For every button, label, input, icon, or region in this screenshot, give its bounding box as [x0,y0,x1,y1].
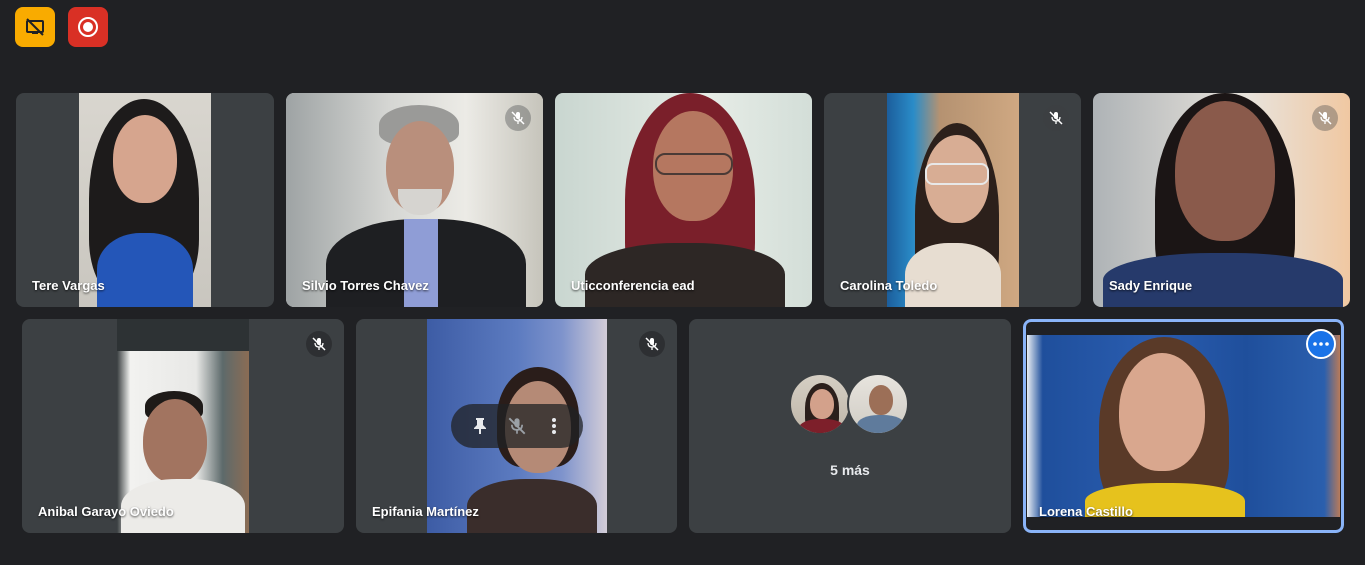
muted-icon [1043,105,1069,131]
participant-name: Lorena Castillo [1039,504,1133,519]
more-options-button[interactable] [539,411,569,441]
participant-tile[interactable]: Anibal Garayo Oviedo [22,319,344,533]
recording-button[interactable] [68,7,108,47]
participant-tile[interactable]: Uticconferencia ead [555,93,812,307]
no-screen-share-icon [26,18,44,36]
tile-hover-controls [451,404,583,448]
pin-icon [473,418,486,434]
participant-name: Anibal Garayo Oviedo [38,504,174,519]
participant-tile[interactable]: Sady Enrique [1093,93,1350,307]
participant-tile-active[interactable]: Lorena Castillo [1023,319,1344,533]
muted-icon [505,105,531,131]
muted-icon [306,331,332,357]
participant-tile[interactable]: Tere Vargas [16,93,274,307]
participant-video [1093,93,1350,307]
pin-button[interactable] [465,411,495,441]
participant-video [286,93,543,307]
recording-icon [78,17,98,37]
participant-name: Tere Vargas [32,278,105,293]
participant-video [555,93,812,307]
presenting-indicator-button[interactable] [15,7,55,47]
muted-icon [1312,105,1338,131]
avatar [789,373,851,435]
more-participants-count: 5 más [830,462,870,478]
participant-video [79,93,211,307]
participant-video [887,93,1019,307]
avatar [847,373,909,435]
participant-tile[interactable]: Silvio Torres Chavez [286,93,543,307]
top-bar [0,0,1365,60]
more-vert-icon [552,418,557,434]
overflow-participants-tile[interactable]: 5 más [689,319,1011,533]
participant-video [1027,335,1340,517]
participant-tile[interactable]: Carolina Toledo [824,93,1081,307]
participant-options-button[interactable] [1306,329,1336,359]
mute-participant-button[interactable] [502,411,532,441]
participant-name: Uticconferencia ead [571,278,695,293]
participant-name: Sady Enrique [1109,278,1193,293]
mic-off-icon [508,417,526,435]
participant-video [117,319,249,533]
muted-icon [639,331,665,357]
more-horiz-icon [1313,342,1329,346]
participant-name: Silvio Torres Chavez [302,278,429,293]
participant-name: Carolina Toledo [840,278,938,293]
participant-name: Epifania Martínez [372,504,479,519]
